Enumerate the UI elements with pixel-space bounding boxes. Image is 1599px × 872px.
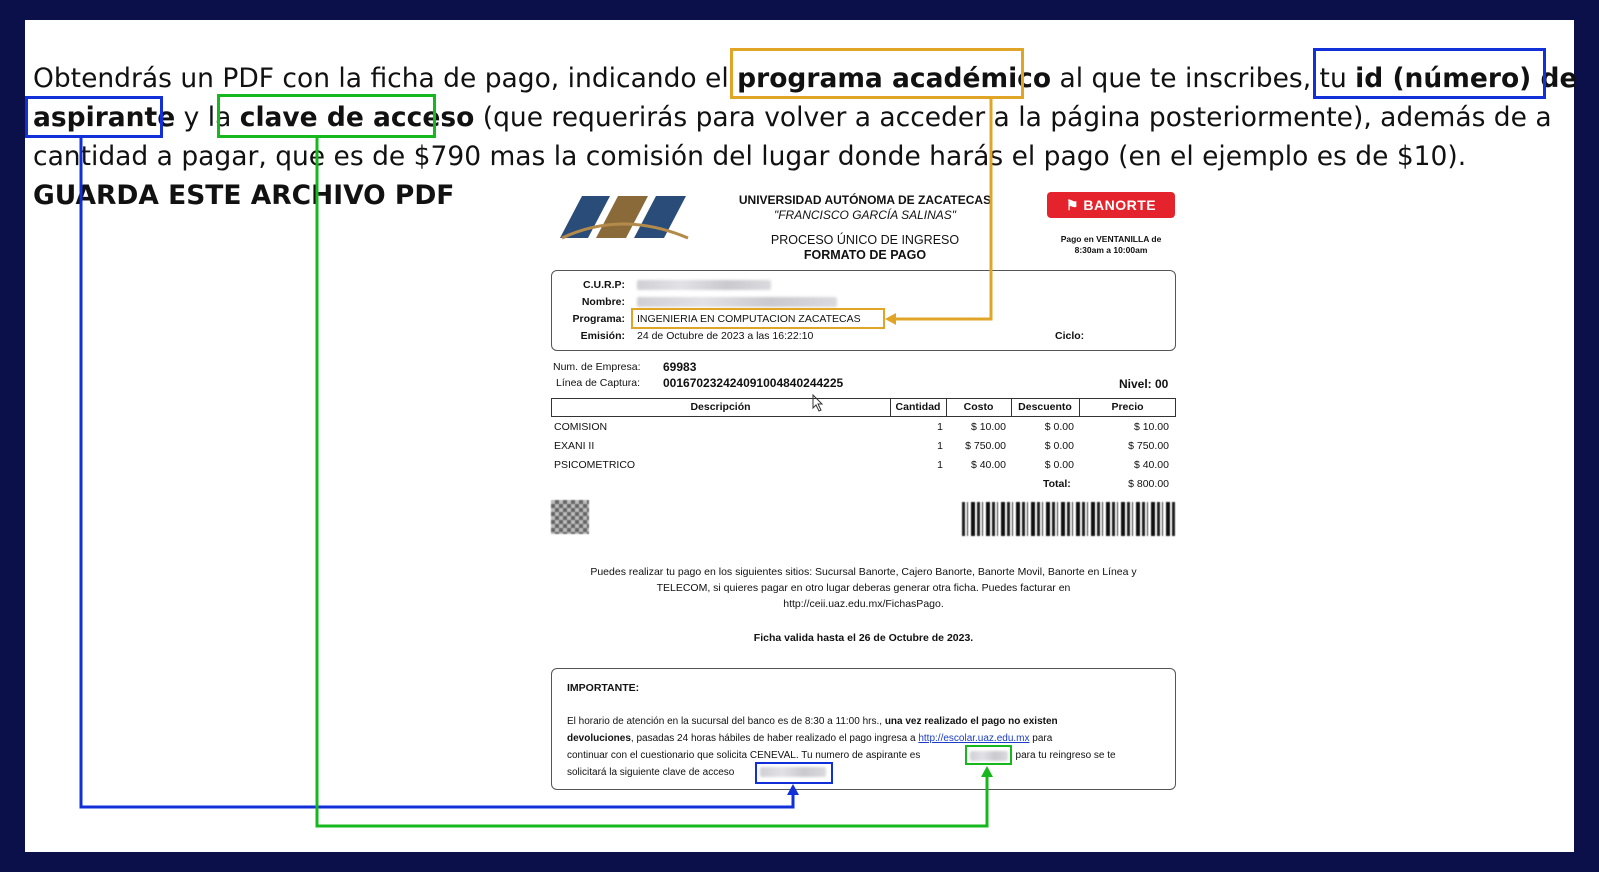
slide: Obtendrás un PDF con la ficha de pago, i… (25, 20, 1577, 852)
connector-arrows (79, 99, 993, 828)
